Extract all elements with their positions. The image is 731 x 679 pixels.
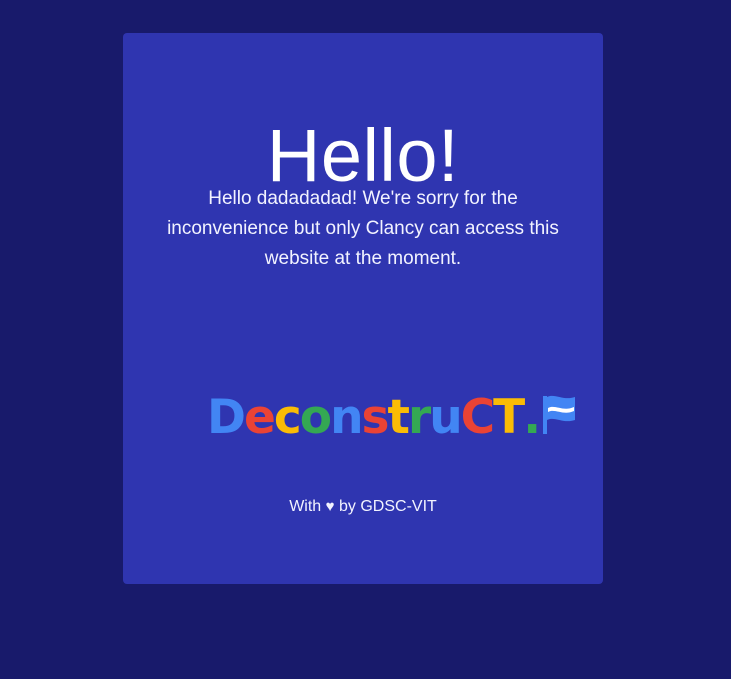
logo-letter: u (429, 389, 462, 445)
logo-letter: o (299, 389, 332, 445)
footer-credit: With ♥ by GDSC-VIT (123, 498, 603, 516)
logo-letter: n (330, 389, 363, 445)
logo-letter: s (361, 389, 390, 445)
heart-icon: ♥ (325, 498, 335, 515)
message-card: Hello! Hello dadadadad! We're sorry for … (123, 33, 603, 584)
logo-letter: t (387, 389, 411, 445)
logo-letter: c (273, 389, 302, 445)
logo-wordmark: DeconstruCT. (207, 389, 541, 445)
logo-letter: . (523, 389, 541, 445)
logo-letter: D (207, 389, 246, 445)
footer-suffix: by GDSC-VIT (339, 498, 437, 515)
footer-prefix: With (289, 498, 322, 515)
flag-icon (543, 395, 576, 434)
logo-letter: e (244, 389, 276, 445)
deconstruct-logo: DeconstruCT. (207, 390, 577, 444)
logo-letter: C (460, 389, 495, 445)
page-title: Hello! (266, 114, 460, 197)
logo-letter: T (493, 389, 525, 445)
access-denied-message: Hello dadadadad! We're sorry for the inc… (167, 188, 559, 269)
logo-letter: r (408, 389, 431, 445)
